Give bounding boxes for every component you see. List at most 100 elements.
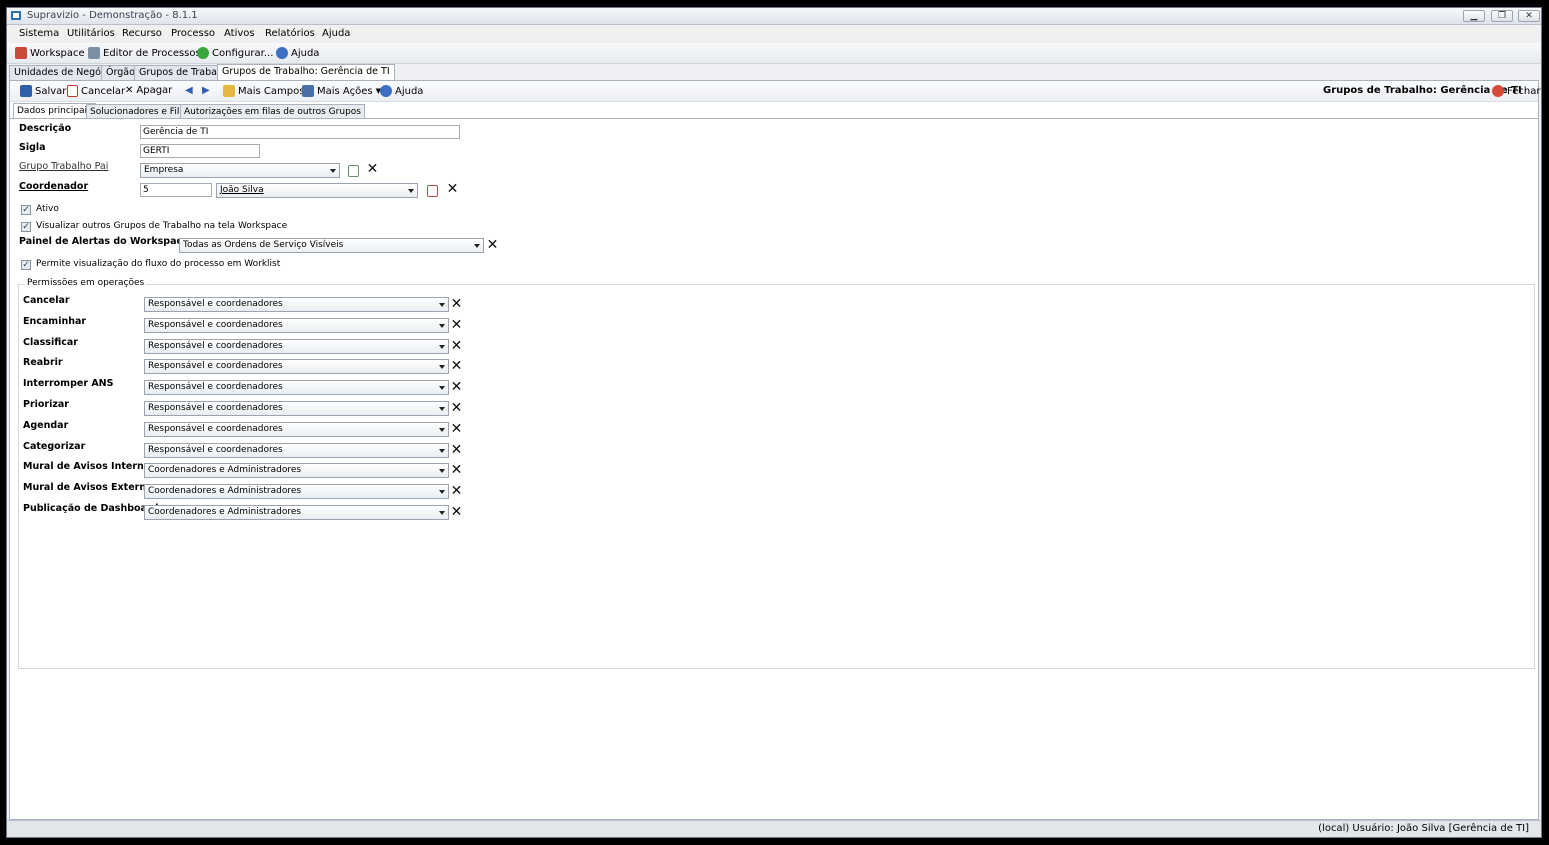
cancelar-button[interactable]: Cancelar	[67, 85, 125, 97]
visualizar-checkbox[interactable]: ✓	[21, 222, 31, 232]
permission-select[interactable]: Responsável e coordenadores	[144, 442, 449, 458]
menu-relatorios[interactable]: Relatórios	[265, 28, 315, 39]
menu-processo[interactable]: Processo	[171, 28, 215, 39]
status-bar: (local) Usuário: João Silva [Gerência de…	[7, 820, 1541, 837]
permission-label: Priorizar	[23, 399, 69, 410]
permission-select[interactable]: Responsável e coordenadores	[144, 338, 449, 354]
permissions-group: Permissões em operações Cancelar Responsá…	[18, 278, 1535, 669]
ajuda-button[interactable]: Ajuda	[380, 85, 423, 97]
sigla-input[interactable]: GERTI	[140, 144, 260, 158]
tab-grupo-gerencia-ti[interactable]: Grupos de Trabalho: Gerência de TI	[217, 64, 395, 81]
menu-ajuda[interactable]: Ajuda	[322, 28, 350, 39]
workspace-button[interactable]: Workspace	[15, 47, 85, 59]
coordenador-link[interactable]: Coordenador	[19, 181, 88, 192]
previous-arrow-icon[interactable]: ◀	[185, 85, 193, 96]
clear-permission-icon[interactable]: ✕	[450, 359, 463, 373]
chevron-down-icon	[330, 169, 336, 173]
chevron-down-icon	[439, 427, 445, 432]
visualizar-label: Visualizar outros Grupos de Trabalho na …	[36, 221, 288, 231]
gear-icon	[197, 47, 209, 59]
form-area: Descrição Gerência de TI Sigla GERTI Gru…	[10, 118, 1538, 819]
menu-ativos[interactable]: Ativos	[224, 28, 255, 39]
clear-permission-icon[interactable]: ✕	[450, 297, 463, 311]
app-window: Supravizio - Demonstração - 8.1.1 ▁ ❐ ✕ …	[6, 7, 1542, 838]
clear-permission-icon[interactable]: ✕	[450, 401, 463, 415]
close-window-button[interactable]: ✕	[1518, 10, 1540, 22]
permission-value: Responsável e coordenadores	[148, 403, 283, 413]
salvar-button[interactable]: Salvar	[20, 85, 66, 97]
permission-select[interactable]: Responsável e coordenadores	[144, 297, 449, 312]
fechar-button[interactable]: Fechar	[1492, 85, 1540, 97]
permission-select[interactable]: Responsável e coordenadores	[144, 317, 449, 333]
clear-grupo-pai-icon[interactable]: ✕	[366, 162, 379, 176]
apagar-button[interactable]: ✕ Apagar	[125, 85, 172, 96]
clear-permission-icon[interactable]: ✕	[450, 318, 463, 332]
menu-utilitarios[interactable]: Utilitários	[67, 28, 115, 39]
menu-sistema[interactable]: Sistema	[19, 28, 59, 39]
restore-button[interactable]: ❐	[1491, 10, 1513, 22]
mais-campos-button[interactable]: Mais Campos	[223, 85, 304, 97]
close-circle-icon	[1492, 85, 1504, 97]
grupo-pai-link[interactable]: Grupo Trabalho Pai	[19, 161, 108, 172]
document-tabs: Unidades de Negócio Órgão Grupos de Trab…	[7, 64, 1541, 81]
permission-select[interactable]: Responsável e coordenadores	[144, 380, 449, 396]
permission-select[interactable]: Responsável e coordenadores	[144, 359, 449, 375]
grupo-pai-select[interactable]: Empresa	[140, 163, 340, 178]
mais-acoes-button[interactable]: Mais Ações ▼	[302, 85, 381, 97]
clear-permission-icon[interactable]: ✕	[450, 443, 463, 457]
permission-value: Coordenadores e Administradores	[148, 507, 302, 517]
tab-dados-principais[interactable]: Dados principais	[13, 103, 96, 119]
permission-select[interactable]: Coordenadores e Administradores	[144, 505, 449, 520]
configurar-button[interactable]: Configurar...	[197, 47, 273, 59]
help-icon	[380, 85, 392, 97]
permission-value: Coordenadores e Administradores	[148, 486, 302, 497]
permission-select[interactable]: Coordenadores e Administradores	[144, 463, 449, 479]
permission-label: Encaminhar	[23, 315, 87, 327]
document-panel: Salvar Cancelar ✕ Apagar ◀ ▶ Mais Campos…	[9, 80, 1540, 820]
actions-icon	[302, 85, 314, 97]
clear-permission-icon[interactable]: ✕	[450, 505, 463, 519]
clear-permission-icon[interactable]: ✕	[450, 339, 463, 353]
permission-label: Mural de Avisos Interno	[23, 461, 151, 473]
sigla-label: Sigla	[19, 142, 46, 153]
menu-bar: Sistema Utilitários Recurso Processo Ati…	[7, 25, 1541, 43]
descricao-input[interactable]: Gerência de TI	[140, 125, 460, 139]
chevron-down-icon	[474, 244, 480, 248]
clear-painel-icon[interactable]: ✕	[486, 238, 499, 252]
coordenador-id-input[interactable]: 5	[140, 183, 212, 197]
status-text: (local) Usuário: João Silva [Gerência de…	[1318, 823, 1529, 834]
clear-permission-icon[interactable]: ✕	[450, 463, 463, 477]
tab-solucionadores-filas[interactable]: Solucionadores e Filas	[86, 104, 194, 119]
permission-value: Responsável e coordenadores	[148, 382, 283, 393]
menu-recurso[interactable]: Recurso	[122, 28, 162, 39]
next-arrow-icon[interactable]: ▶	[202, 85, 210, 96]
permite-checkbox[interactable]: ✓	[21, 260, 31, 270]
window-title: Supravizio - Demonstração - 8.1.1	[27, 10, 198, 21]
clear-coordenador-icon[interactable]: ✕	[446, 182, 459, 196]
open-coordinator-icon[interactable]	[427, 185, 438, 197]
clear-permission-icon[interactable]: ✕	[450, 380, 463, 394]
chevron-down-icon	[439, 469, 445, 474]
chevron-down-icon	[408, 189, 414, 193]
clear-permission-icon[interactable]: ✕	[450, 484, 463, 498]
open-record-icon[interactable]	[348, 165, 359, 177]
flowchart-icon	[88, 47, 100, 59]
permission-select[interactable]: Responsável e coordenadores	[144, 421, 449, 437]
coordenador-select[interactable]: João Silva	[216, 183, 418, 198]
permission-value: Responsável e coordenadores	[148, 423, 283, 434]
add-field-icon	[223, 85, 235, 97]
permissions-title: Permissões em operações	[25, 278, 147, 288]
permission-select[interactable]: Coordenadores e Administradores	[144, 484, 449, 500]
painel-select[interactable]: Todas as Ordens de Serviço Visíveis	[179, 238, 484, 253]
ativo-label: Ativo	[36, 204, 59, 214]
ativo-checkbox[interactable]: ✓	[21, 205, 31, 215]
permission-value: Responsável e coordenadores	[148, 444, 283, 455]
minimize-button[interactable]: ▁	[1463, 10, 1485, 22]
permission-select[interactable]: Responsável e coordenadores	[144, 401, 449, 416]
ajuda-toolbar-button[interactable]: Ajuda	[276, 47, 319, 59]
editor-processos-button[interactable]: Editor de Processos	[88, 47, 201, 59]
clear-permission-icon[interactable]: ✕	[450, 422, 463, 436]
tab-autorizacoes[interactable]: Autorizações em filas de outros Grupos	[180, 104, 365, 119]
help-icon	[276, 47, 288, 59]
permission-label: Reabrir	[23, 357, 63, 369]
